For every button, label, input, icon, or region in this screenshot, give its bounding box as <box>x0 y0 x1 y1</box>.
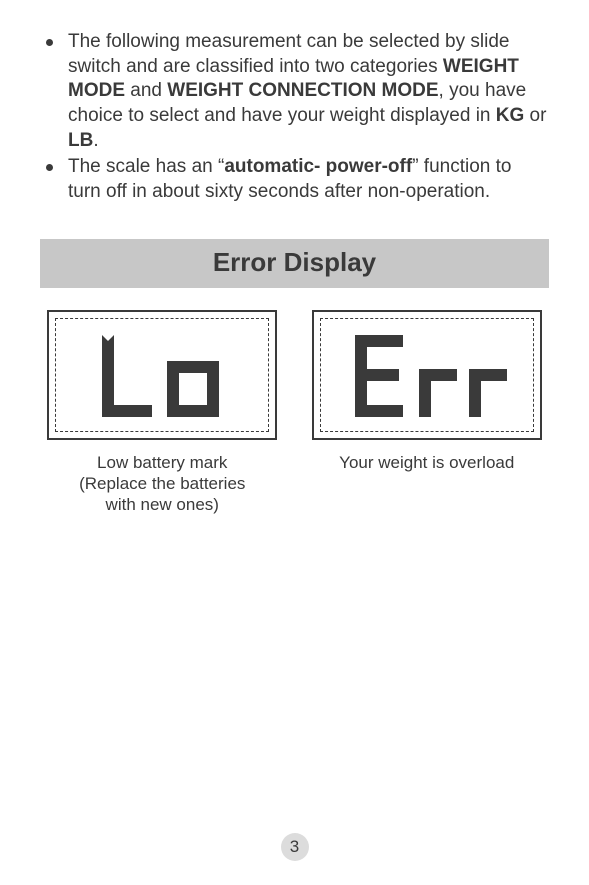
lcd-frame <box>312 310 542 440</box>
text: The scale has an “ <box>68 156 224 177</box>
bold-text: WEIGHT CONNECTION MODE <box>167 80 438 101</box>
bullet-item-1: The following measurement can be selecte… <box>62 30 549 153</box>
lcd-frame <box>47 310 277 440</box>
caption-line: Low battery mark <box>40 452 285 473</box>
caption-lo: Low battery mark (Replace the batteries … <box>40 452 285 516</box>
caption-line: (Replace the batteries <box>40 473 285 494</box>
section-header-error-display: Error Display <box>40 239 549 288</box>
lcd-err-icon <box>337 327 517 423</box>
display-column-lo: Low battery mark (Replace the batteries … <box>40 310 285 516</box>
error-displays-row: Low battery mark (Replace the batteries … <box>40 310 549 516</box>
lcd-inner <box>55 318 269 432</box>
page-number: 3 <box>281 833 309 861</box>
caption-err: Your weight is overload <box>305 452 550 473</box>
manual-page: The following measurement can be selecte… <box>0 0 589 885</box>
bold-text: KG <box>496 105 525 126</box>
bullet-item-2: The scale has an “automatic- power-off” … <box>62 155 549 204</box>
lcd-lo-icon <box>72 327 252 423</box>
text: . <box>93 130 98 151</box>
lcd-inner <box>320 318 534 432</box>
bold-text: LB <box>68 130 93 151</box>
caption-line: with new ones) <box>40 494 285 515</box>
text: or <box>524 105 546 126</box>
text: and <box>125 80 167 101</box>
display-column-err: Your weight is overload <box>305 310 550 516</box>
bold-text: automatic- power-off <box>224 156 412 177</box>
caption-line: Your weight is overload <box>305 452 550 473</box>
bullet-list: The following measurement can be selecte… <box>40 30 549 205</box>
